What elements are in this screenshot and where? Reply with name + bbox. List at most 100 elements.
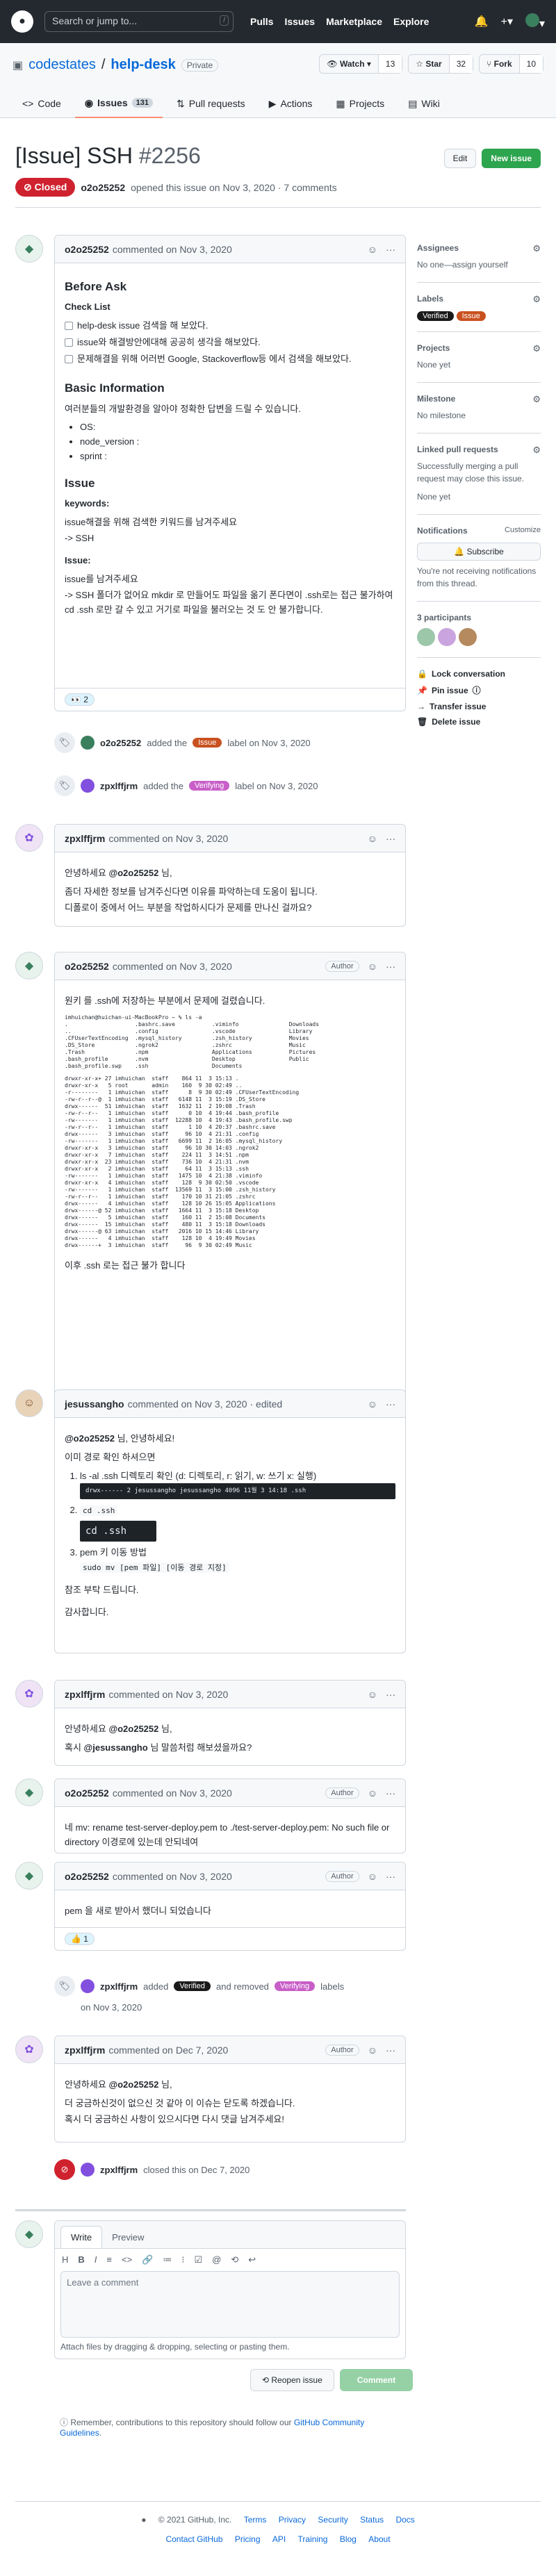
fork-button[interactable]: ⑂ Fork 10 <box>479 54 543 74</box>
unordered-list-icon[interactable]: ≔ <box>163 2254 172 2265</box>
comment-textarea[interactable]: Leave a comment <box>60 2271 400 2338</box>
reopen-issue-button[interactable]: ⟲ Reopen issue <box>250 2369 334 2391</box>
mention-icon[interactable]: @ <box>212 2254 221 2265</box>
tab-wiki[interactable]: ▤ Wiki <box>398 89 450 118</box>
smiley-icon[interactable]: ☺ <box>368 1871 377 1882</box>
tab-pull-requests[interactable]: ⇅ Pull requests <box>167 89 255 118</box>
footer-link[interactable]: Security <box>318 2515 348 2525</box>
footer-link[interactable]: Pricing <box>235 2534 261 2544</box>
bell-icon[interactable]: 🔔 <box>475 15 489 28</box>
tab-issues[interactable]: ◉ Issues 131 <box>74 89 163 118</box>
avatar[interactable]: ✿ <box>15 1680 43 1708</box>
search-input[interactable]: Search or jump to... / <box>44 11 234 32</box>
footer-link[interactable]: Blog <box>340 2534 357 2544</box>
kebab-menu-icon[interactable]: ··· <box>386 1787 395 1799</box>
delete-issue[interactable]: 🗑 Delete issue <box>417 717 541 727</box>
avatar[interactable]: ◆ <box>15 235 43 263</box>
pin-issue[interactable]: 📌 Pin issue ⓘ <box>417 684 541 696</box>
task-checkbox[interactable]: 문제해결을 위해 어러번 Google, Stackoverflow등 에서 검… <box>65 352 395 367</box>
smiley-icon[interactable]: ☺ <box>368 1689 377 1700</box>
kebab-menu-icon[interactable]: ··· <box>386 2045 395 2056</box>
smiley-icon[interactable]: ☺ <box>368 2045 377 2056</box>
kebab-menu-icon[interactable]: ··· <box>386 244 395 255</box>
participant-avatar <box>459 628 477 646</box>
repo-owner-link[interactable]: codestates <box>28 57 96 73</box>
table-icon: ▦ <box>336 97 345 109</box>
kebab-menu-icon[interactable]: ··· <box>386 833 395 844</box>
cross-reference-icon[interactable]: ⟲ <box>231 2254 238 2265</box>
avatar[interactable]: ◆ <box>15 1778 43 1806</box>
kebab-menu-icon[interactable]: ··· <box>386 961 395 972</box>
footer-link[interactable]: Training <box>298 2534 328 2544</box>
gear-icon[interactable]: ⚙ <box>532 294 541 305</box>
bold-icon[interactable]: B <box>78 2254 84 2265</box>
preview-tab[interactable]: Preview <box>102 2227 154 2248</box>
avatar[interactable]: ✿ <box>15 2036 43 2063</box>
github-logo-icon[interactable]: ● <box>11 10 33 33</box>
tab-code[interactable]: <> Code <box>13 89 71 118</box>
nav-marketplace[interactable]: Marketplace <box>326 16 382 27</box>
italic-icon[interactable]: I <box>95 2254 97 2265</box>
footer-link[interactable]: API <box>272 2534 286 2544</box>
smiley-icon[interactable]: ☺ <box>368 833 377 844</box>
avatar[interactable]: ✿ <box>15 824 43 852</box>
transfer-issue[interactable]: → Transfer issue <box>417 702 541 711</box>
nav-explore[interactable]: Explore <box>393 16 429 27</box>
nav-pulls[interactable]: Pulls <box>250 16 273 27</box>
kebab-menu-icon[interactable]: ··· <box>386 1689 395 1700</box>
task-checkbox[interactable]: issue와 해결방안에대해 공공히 생각을 해보았다. <box>65 336 395 350</box>
gear-icon[interactable]: ⚙ <box>532 394 541 405</box>
ordered-list-icon[interactable]: ⁝ <box>181 2254 184 2265</box>
issue-label[interactable]: Issue <box>456 311 486 321</box>
assign-yourself-link[interactable]: No one—assign yourself <box>417 258 541 271</box>
tab-projects[interactable]: ▦ Projects <box>326 89 394 118</box>
plus-icon[interactable]: +▾ <box>501 15 513 28</box>
kebab-menu-icon[interactable]: ··· <box>386 1871 395 1882</box>
footer-link[interactable]: About <box>368 2534 390 2544</box>
reply-icon[interactable]: ↩ <box>248 2254 256 2265</box>
kebab-menu-icon[interactable]: ··· <box>386 1398 395 1410</box>
reaction-button[interactable]: 👀 2 <box>65 693 95 706</box>
avatar[interactable]: ◆ <box>15 1862 43 1890</box>
gear-icon[interactable]: ⚙ <box>532 243 541 254</box>
lock-conversation[interactable]: 🔒 Lock conversation <box>417 669 541 679</box>
smiley-icon[interactable]: ☺ <box>368 1398 377 1410</box>
attach-files-hint[interactable]: Attach files by dragging & dropping, sel… <box>60 2342 400 2352</box>
reaction-button[interactable]: 👍 1 <box>65 1933 95 1945</box>
task-checkbox[interactable]: help-desk issue 검색을 해 보았다. <box>65 319 395 333</box>
footer-link[interactable]: Terms <box>244 2515 267 2525</box>
issue-author-link[interactable]: o2o25252 <box>81 182 125 193</box>
footer-link[interactable]: Status <box>360 2515 384 2525</box>
footer-link[interactable]: Contact GitHub <box>165 2534 222 2544</box>
smiley-icon[interactable]: ☺ <box>368 1787 377 1799</box>
smiley-icon[interactable]: ☺ <box>368 961 377 972</box>
smiley-icon[interactable]: ☺ <box>368 244 377 255</box>
timeline-end-divider <box>15 2209 406 2211</box>
avatar[interactable]: ◆ <box>15 952 43 980</box>
comment-button[interactable]: Comment <box>339 2369 414 2391</box>
customize-link[interactable]: Customize <box>505 526 541 534</box>
task-list-icon[interactable]: ☑ <box>195 2254 203 2265</box>
tab-actions[interactable]: ▶ Actions <box>259 89 322 118</box>
footer-link[interactable]: Docs <box>395 2515 414 2525</box>
edit-button[interactable]: Edit <box>443 149 477 168</box>
avatar[interactable]: ☺ <box>15 1389 43 1417</box>
heading-icon[interactable]: H <box>62 2254 68 2265</box>
user-avatar[interactable]: ▾ <box>525 13 545 31</box>
star-button[interactable]: ☆ Star 32 <box>408 54 474 74</box>
subscribe-button[interactable]: 🔔 Subscribe <box>417 543 541 561</box>
repo-name-link[interactable]: help-desk <box>111 57 175 73</box>
nav-issues[interactable]: Issues <box>284 16 315 27</box>
gear-icon[interactable]: ⚙ <box>532 445 541 456</box>
watch-button[interactable]: 👁 Watch ▾ 13 <box>319 54 403 74</box>
write-tab[interactable]: Write <box>60 2226 103 2248</box>
gear-icon[interactable]: ⚙ <box>532 343 541 354</box>
tag-icon: 🏷 <box>54 732 75 753</box>
code-icon[interactable]: <> <box>122 2254 132 2265</box>
new-issue-button[interactable]: New issue <box>482 149 541 168</box>
label-event: 🏷 zpxlffjrm added Verified and removed Ve… <box>54 1976 374 2013</box>
link-icon[interactable]: 🔗 <box>142 2254 153 2265</box>
footer-link[interactable]: Privacy <box>279 2515 306 2525</box>
quote-icon[interactable]: ≡ <box>106 2254 112 2265</box>
verified-label[interactable]: Verified <box>417 311 454 321</box>
